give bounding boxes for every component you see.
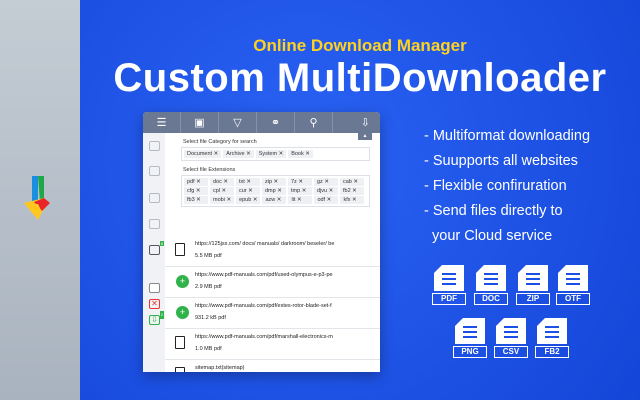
toolbar: ☰ ▣ ▽ ⚭ ⚲ ⇩ [143,112,380,133]
document-icon [175,243,185,256]
extensions-select[interactable]: pdf ✕ doc ✕ txt ✕ zip ✕ 7z ✕ gz ✕ cab ✕ cfg ✕ cp… [181,175,370,207]
page-icon [558,265,588,291]
extension-chip[interactable]: mobi ✕ [210,196,235,204]
category-chip[interactable]: System ✕ [255,150,287,158]
menu-icon[interactable]: ☰ [143,112,181,133]
category-chip[interactable]: Archive ✕ [223,150,254,158]
documents-badge: 8 [159,241,164,246]
app-logo-icon [24,176,50,220]
page-icon [518,265,548,291]
download-item[interactable]: + https://www.pdf-manuals.com/pdf/used-ol… [165,267,380,298]
file-type-otf-icon: OTF [556,265,590,305]
page-icon [537,318,567,344]
file-type-csv-icon: CSV [494,318,528,358]
document-icon [175,367,185,372]
collapse-icon[interactable]: ▲ [358,133,372,140]
extension-chip[interactable]: kfx ✕ [340,196,365,204]
item-size: 1.0 MB pdf [195,346,222,352]
category-label: Select file Category for search [183,139,257,145]
file-type-fb2-icon: FB2 [535,318,569,358]
file-type-label: ZIP [516,293,550,305]
sidebar: 8 ✕ ⇩ 2 [143,133,165,372]
download-item[interactable]: https://www.pdf-manuals.com/pdf/marshall… [165,329,380,360]
extension-chip[interactable]: cfg ✕ [184,187,208,195]
feature: - Send files directly to [424,203,563,219]
item-url: https://125jsx.com/ docs/ manuals/ darkr… [195,241,335,247]
download-item[interactable]: sitemap.txt(sitemap)2.2 MB txt [165,360,380,372]
extension-chip[interactable]: odf ✕ [314,196,339,204]
feature: - Flexible confiruration [424,178,567,194]
documents-icon[interactable]: 8 [149,241,164,255]
file-type-zip-icon: ZIP [516,265,550,305]
extension-chip[interactable]: gz ✕ [314,178,338,186]
music-icon[interactable] [149,193,160,203]
document-icon [175,336,185,349]
file-type-png-icon: PNG [453,318,487,358]
extensions-label: Select file Extensions [183,167,236,173]
item-url: https://www.pdf-manuals.com/pdf/estes-ro… [195,303,332,309]
search-icon[interactable]: ⚲ [295,112,333,133]
download-item[interactable]: https://125jsx.com/ docs/ manuals/ darkr… [165,236,380,267]
file-type-label: OTF [556,293,590,305]
file-type-label: FB2 [535,346,569,358]
select-all-checkbox[interactable] [149,283,160,293]
file-type-label: DOC [474,293,508,305]
download-badge: 2 [159,311,164,319]
filter-icon[interactable]: ▽ [219,112,257,133]
file-type-pdf-icon: PDF [432,265,466,305]
file-type-label: CSV [494,346,528,358]
extension-chip[interactable]: dmp ✕ [262,187,286,195]
extension-chip[interactable]: epub ✕ [236,196,261,204]
download-icon[interactable]: ⇩ 2 [149,311,164,325]
content: ▲ Select file Category for search Docume… [165,133,380,372]
item-size: 5.5 MB pdf [195,253,222,259]
delete-icon[interactable]: ✕ [149,299,160,309]
category-icon[interactable]: ▣ [181,112,219,133]
extension-chip[interactable]: azw ✕ [262,196,287,204]
feature: your Cloud service [424,228,553,244]
title: Custom MultiDownloader [113,56,607,100]
extension-chip[interactable]: cpl ✕ [210,187,234,195]
video-icon[interactable] [149,166,160,176]
add-download-icon[interactable]: + [176,275,189,288]
extension-chip[interactable]: zip ✕ [262,178,286,186]
link-icon[interactable]: ⚭ [257,112,295,133]
image-icon[interactable] [149,219,160,229]
extension-chip[interactable]: 7z ✕ [288,178,312,186]
extension-chip[interactable]: djvu ✕ [314,187,338,195]
item-url: https://www.pdf-manuals.com/pdf/marshall… [195,334,333,340]
file-type-doc-icon: DOC [474,265,508,305]
extension-chip[interactable]: cab ✕ [340,178,364,186]
extension-chip[interactable]: pdf ✕ [184,178,208,186]
item-url: sitemap.txt(sitemap) [195,365,245,371]
feature: - Suupports all websites [424,153,578,169]
download-all-icon[interactable]: ⇩ [333,112,380,133]
feature: - Multiformat downloading [424,128,591,144]
category-chip[interactable]: Document ✕ [184,150,222,158]
category-chip[interactable]: Book ✕ [288,150,313,158]
item-url: https://www.pdf-manuals.com/pdf/used-oly… [195,272,333,278]
page-icon [476,265,506,291]
extension-chip[interactable]: lit ✕ [288,196,313,204]
archive-icon[interactable] [149,141,160,151]
feature-list: - Multiformat downloading - Suupports al… [424,124,590,249]
file-type-label: PDF [432,293,466,305]
subtitle: Online Download Manager [253,36,467,55]
download-item[interactable]: + https://www.pdf-manuals.com/pdf/estes-r… [165,298,380,329]
extension-chip[interactable]: cur ✕ [236,187,260,195]
page-icon [455,318,485,344]
file-type-label: PNG [453,346,487,358]
extension-chip[interactable]: doc ✕ [210,178,234,186]
page-icon [434,265,464,291]
add-download-icon[interactable]: + [176,306,189,319]
category-select[interactable]: Document ✕ Archive ✕ System ✕ Book ✕ [181,147,370,161]
extension-chip[interactable]: fb2 ✕ [340,187,364,195]
item-size: 2.9 MB pdf [195,284,222,290]
page-icon [496,318,526,344]
item-size: 931.2 kB pdf [195,315,226,321]
extension-chip[interactable]: txt ✕ [236,178,260,186]
extension-popup: ☰ ▣ ▽ ⚭ ⚲ ⇩ 8 ✕ ⇩ 2 ▲ Select file Categor… [143,112,380,372]
extension-chip[interactable]: fb3 ✕ [184,196,208,204]
extension-chip[interactable]: tmp ✕ [288,187,312,195]
